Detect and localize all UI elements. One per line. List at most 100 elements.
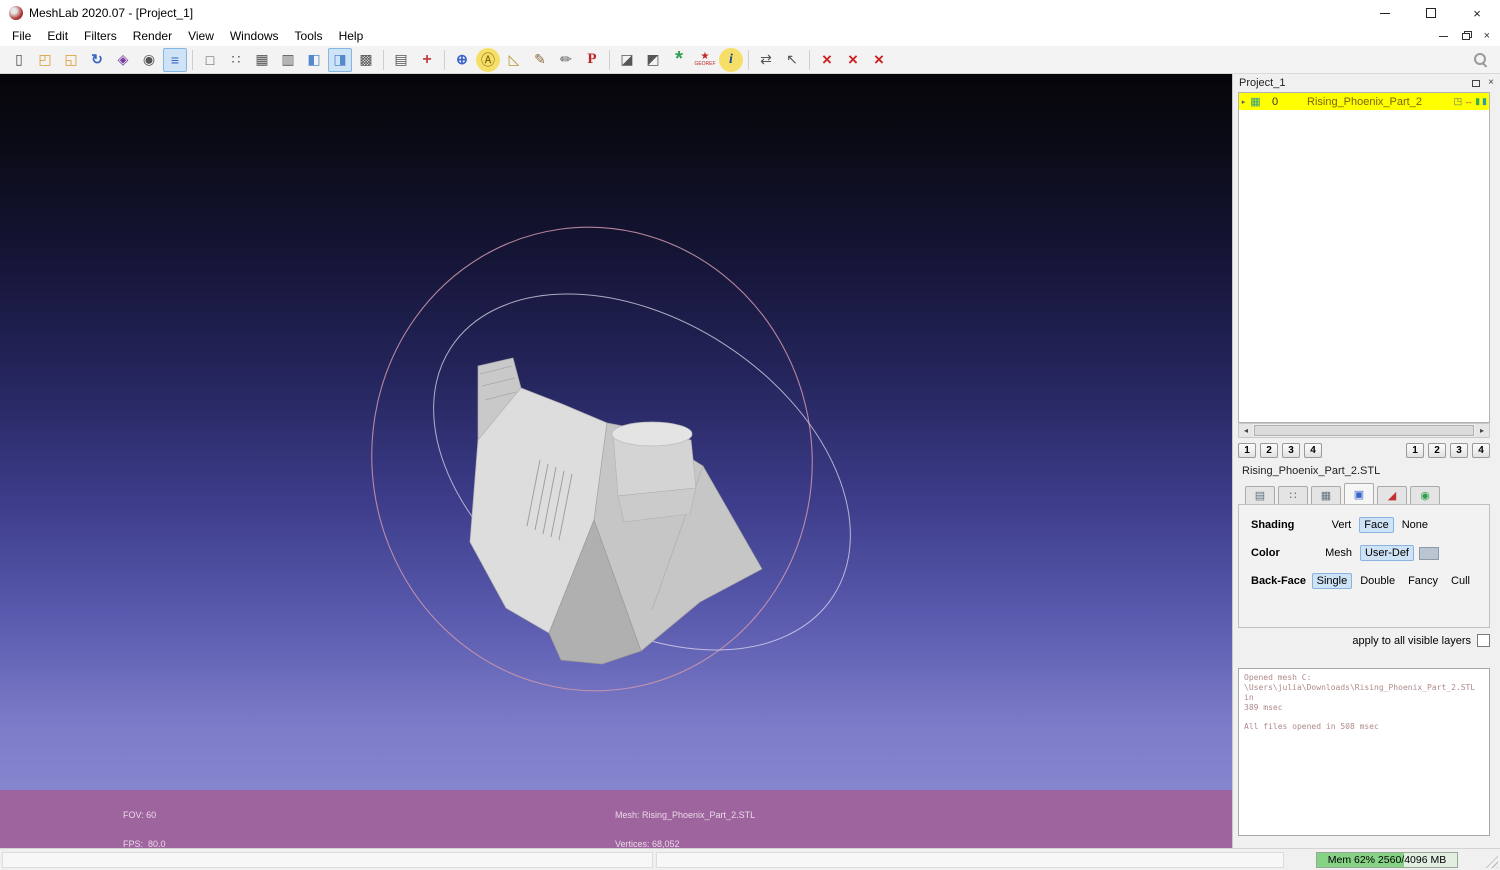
- select-vertices-icon[interactable]: ◩: [641, 48, 665, 72]
- menu-windows[interactable]: Windows: [222, 27, 287, 45]
- toolbar-separator: [444, 49, 445, 70]
- trackball-icon[interactable]: ⊕: [450, 48, 474, 72]
- backface-option-cull[interactable]: Cull: [1446, 573, 1475, 589]
- info-icon[interactable]: i: [719, 47, 743, 72]
- layer-color-icon[interactable]: ▮: [1482, 97, 1487, 106]
- backface-option-single[interactable]: Single: [1311, 573, 1353, 589]
- mdi-close-icon[interactable]: ×: [1484, 30, 1490, 42]
- pick-points-icon[interactable]: ✎: [528, 48, 552, 72]
- shading-option-none[interactable]: None: [1397, 517, 1433, 533]
- status-field-left: [2, 852, 653, 868]
- pdf-icon[interactable]: P: [580, 48, 604, 72]
- tab-wireframe[interactable]: ▦: [1311, 486, 1341, 504]
- menu-file[interactable]: File: [4, 27, 39, 45]
- view-save-button-2[interactable]: 2: [1260, 443, 1278, 458]
- close-button[interactable]: ×: [1454, 0, 1500, 26]
- color-option-userdef[interactable]: User-Def: [1359, 545, 1414, 561]
- view-load-button-1[interactable]: 1: [1406, 443, 1424, 458]
- tab-solid[interactable]: ▣: [1344, 483, 1374, 504]
- toolbar-separator: [192, 49, 193, 70]
- mdi-minimize-icon[interactable]: [1438, 35, 1448, 37]
- ambient-light-icon[interactable]: Ⓐ: [476, 47, 500, 72]
- resize-grip[interactable]: [1484, 854, 1498, 868]
- menu-help[interactable]: Help: [331, 27, 372, 45]
- tab-materials[interactable]: ◢: [1377, 486, 1407, 504]
- view-load-button-3[interactable]: 3: [1450, 443, 1468, 458]
- menu-render[interactable]: Render: [125, 27, 180, 45]
- tab-points[interactable]: ∷: [1278, 486, 1308, 504]
- layer-window-icon[interactable]: ◳: [1454, 97, 1463, 106]
- paint-icon[interactable]: ✏: [554, 48, 578, 72]
- project-title: Project_1: [1239, 77, 1286, 89]
- menu-view[interactable]: View: [180, 27, 222, 45]
- user-color-swatch[interactable]: [1419, 546, 1439, 560]
- layer-visibility-icon[interactable]: ▮: [1475, 97, 1480, 106]
- axis-icon[interactable]: +: [415, 48, 439, 72]
- texture-icon[interactable]: ▩: [354, 48, 378, 72]
- view-save-button-3[interactable]: 3: [1282, 443, 1300, 458]
- reload-icon[interactable]: ↻: [85, 48, 109, 72]
- layer-name[interactable]: Rising_Phoenix_Part_2: [1297, 96, 1454, 108]
- view-load-button-2[interactable]: 2: [1428, 443, 1446, 458]
- georef-icon[interactable]: ★ GEOREF: [693, 48, 717, 72]
- viewport-3d[interactable]: FOV: 60 FPS: 80.0 BO_RENDERING Mesh: Ris…: [0, 74, 1232, 848]
- minimize-button[interactable]: [1362, 0, 1408, 26]
- tab-general[interactable]: ▤: [1245, 486, 1275, 504]
- smooth-shading-icon[interactable]: ◨: [328, 47, 352, 72]
- memory-meter-text: Mem 62% 2560/4096 MB: [1327, 854, 1447, 866]
- layers-icon[interactable]: ≡: [163, 47, 187, 72]
- menu-edit[interactable]: Edit: [39, 27, 76, 45]
- shading-option-face[interactable]: Face: [1359, 517, 1394, 533]
- open-project-icon[interactable]: ◰: [33, 48, 57, 72]
- layer-swap-icon[interactable]: ↔: [1464, 97, 1473, 106]
- export-mesh-icon[interactable]: ◈: [111, 48, 135, 72]
- window-title: MeshLab 2020.07 - [Project_1]: [29, 6, 194, 20]
- hidden-lines-icon[interactable]: ▥: [276, 48, 300, 72]
- scroll-right-icon[interactable]: ▸: [1475, 424, 1489, 437]
- select-faces-icon[interactable]: ◪: [615, 48, 639, 72]
- measure-icon[interactable]: ◺: [502, 48, 526, 72]
- title-bar: MeshLab 2020.07 - [Project_1] ×: [0, 0, 1500, 26]
- menu-filters[interactable]: Filters: [76, 27, 125, 45]
- status-bar: Mem 62% 2560/4096 MB: [0, 848, 1500, 870]
- new-project-icon[interactable]: ▯: [7, 48, 31, 72]
- delete-selected-faces-icon[interactable]: ×: [815, 48, 839, 72]
- layer-expand-icon[interactable]: ▸: [1239, 98, 1248, 106]
- color-option-mesh[interactable]: Mesh: [1320, 545, 1357, 561]
- backface-option-fancy[interactable]: Fancy: [1403, 573, 1443, 589]
- apply-all-checkbox[interactable]: [1477, 634, 1490, 647]
- scroll-left-icon[interactable]: ◂: [1239, 424, 1253, 437]
- view-load-button-4[interactable]: 4: [1472, 443, 1490, 458]
- layer-row[interactable]: ▸ ▦ 0 Rising_Phoenix_Part_2 ◳ ↔ ▮ ▮: [1239, 93, 1489, 110]
- layer-mesh-icon: ▦: [1250, 96, 1261, 108]
- wireframe-render-icon[interactable]: ▦: [250, 48, 274, 72]
- mdi-restore-icon[interactable]: [1461, 32, 1470, 40]
- align-icon[interactable]: *: [667, 48, 691, 72]
- dock-float-icon[interactable]: [1472, 79, 1481, 87]
- backface-option-double[interactable]: Double: [1355, 573, 1400, 589]
- flat-shading-icon[interactable]: ◧: [302, 48, 326, 72]
- menu-tools[interactable]: Tools: [287, 27, 331, 45]
- bbox-render-icon[interactable]: □: [198, 48, 222, 72]
- window-controls: ×: [1362, 0, 1500, 26]
- log-line: All files opened in 508 msec: [1244, 722, 1379, 731]
- view-save-button-4[interactable]: 4: [1304, 443, 1322, 458]
- menu-bar: File Edit Filters Render View Windows To…: [0, 26, 1500, 46]
- dock-close-icon[interactable]: ×: [1488, 78, 1494, 88]
- import-mesh-icon[interactable]: ◱: [59, 48, 83, 72]
- scroll-thumb[interactable]: [1254, 425, 1474, 436]
- maximize-button[interactable]: [1408, 0, 1454, 26]
- shading-option-vert[interactable]: Vert: [1327, 517, 1357, 533]
- select-arrow-icon[interactable]: ↖: [780, 48, 804, 72]
- points-render-icon[interactable]: ∷: [224, 48, 248, 72]
- toolbar-separator: [609, 49, 610, 70]
- tab-texture[interactable]: ◉: [1410, 486, 1440, 504]
- delete-selected-all-icon[interactable]: ×: [867, 48, 891, 72]
- backface-options: Single Double Fancy Cull: [1311, 573, 1475, 589]
- search-icon[interactable]: [1473, 52, 1488, 67]
- snapshot-icon[interactable]: ◉: [137, 48, 161, 72]
- grid-icon[interactable]: ▤: [389, 48, 413, 72]
- vertex-convert-icon[interactable]: ⇄: [754, 48, 778, 72]
- view-save-button-1[interactable]: 1: [1238, 443, 1256, 458]
- delete-selected-vertices-icon[interactable]: ×: [841, 48, 865, 72]
